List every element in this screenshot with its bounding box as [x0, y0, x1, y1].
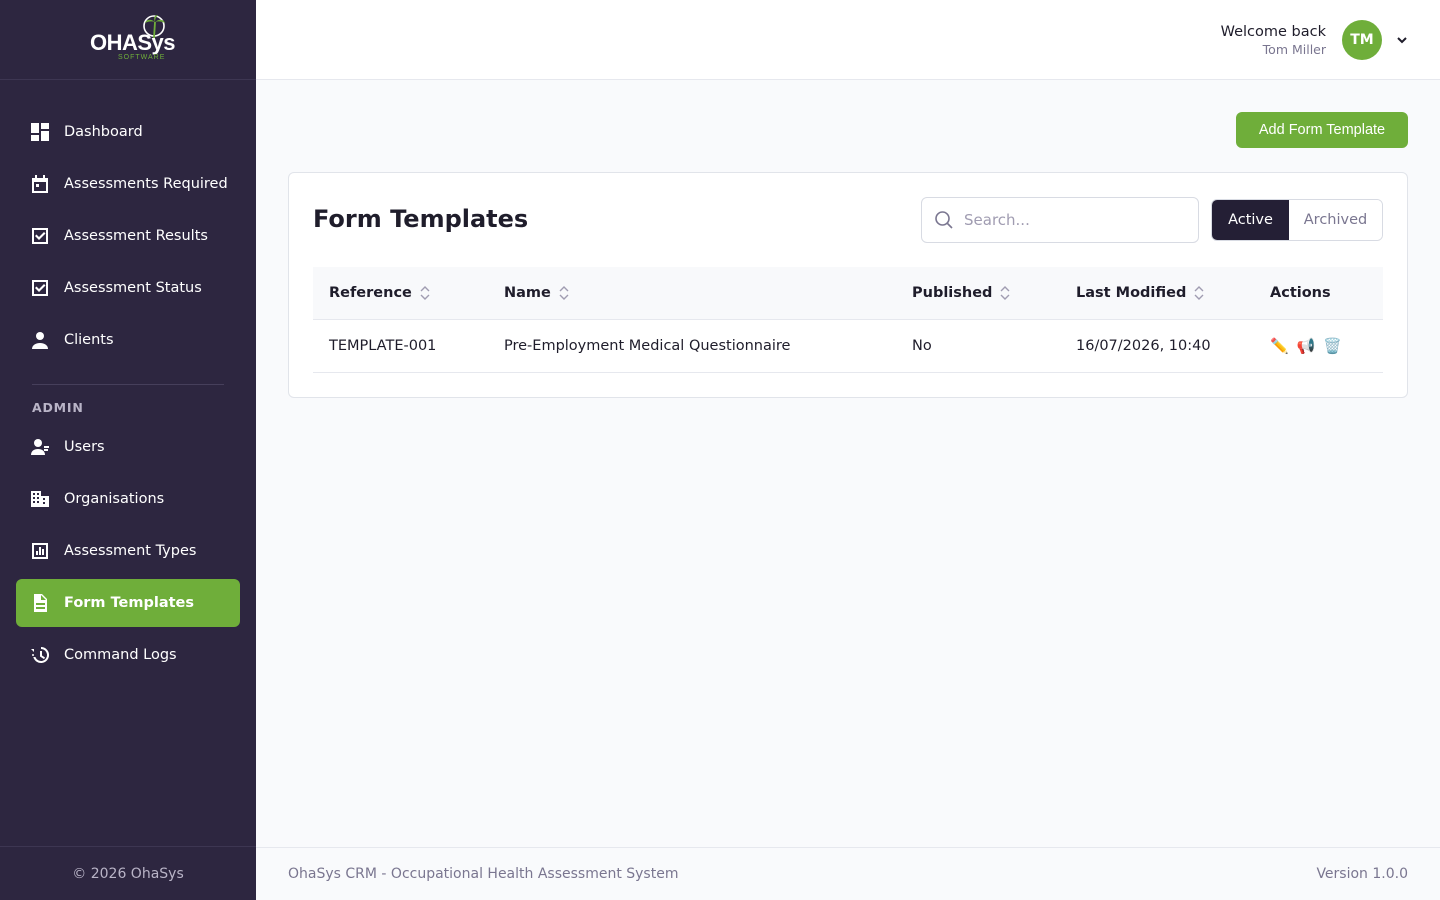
sidebar-item-organisations[interactable]: Organisations — [16, 475, 240, 523]
sidebar-item-form-templates[interactable]: Form Templates — [16, 579, 240, 627]
add-form-template-button[interactable]: Add Form Template — [1236, 112, 1408, 148]
sidebar-item-label: Users — [64, 439, 105, 455]
sidebar-nav: Dashboard Assessments Required Assessmen… — [16, 108, 240, 683]
cell-reference: TEMPLATE-001 — [329, 338, 437, 354]
publish-icon[interactable]: 📢 — [1297, 337, 1316, 355]
sidebar: OHASys SOFTWARE Dashboard Assessments Re… — [0, 0, 256, 900]
sort-icon — [1000, 286, 1010, 300]
column-header-last-modified[interactable]: Last Modified — [1060, 285, 1254, 301]
palm-tree-icon — [143, 14, 165, 38]
sidebar-item-label: Form Templates — [64, 595, 195, 611]
sort-icon — [420, 286, 430, 300]
logo[interactable]: OHASys SOFTWARE — [88, 14, 176, 66]
column-label: Reference — [329, 285, 412, 301]
column-header-published[interactable]: Published — [896, 285, 1060, 301]
users-icon — [30, 437, 50, 457]
document-icon — [30, 593, 50, 613]
filter-archived-button[interactable]: Archived — [1289, 200, 1382, 240]
checkbox-icon — [30, 278, 50, 298]
table-header: Reference Name Published Last Modified A… — [313, 267, 1383, 320]
avatar[interactable]: TM — [1342, 20, 1382, 60]
column-header-actions: Actions — [1254, 285, 1383, 301]
form-templates-card: Form Templates Active Archived Reference… — [288, 172, 1408, 398]
sidebar-item-dashboard[interactable]: Dashboard — [16, 108, 240, 156]
sidebar-section-admin: ADMIN — [32, 399, 84, 415]
person-icon — [30, 330, 50, 350]
footer-app-name: OhaSys CRM - Occupational Health Assessm… — [288, 866, 679, 882]
sidebar-item-assessment-status[interactable]: Assessment Status — [16, 264, 240, 312]
sidebar-item-users[interactable]: Users — [16, 423, 240, 471]
column-label: Last Modified — [1076, 285, 1187, 301]
chevron-down-icon[interactable] — [1382, 20, 1408, 60]
sort-icon — [1194, 286, 1204, 300]
table-row[interactable]: TEMPLATE-001 Pre-Employment Medical Ques… — [313, 320, 1383, 373]
checkbox-icon — [30, 226, 50, 246]
sidebar-item-label: Assessment Types — [64, 543, 197, 559]
templates-table: Reference Name Published Last Modified A… — [313, 267, 1383, 373]
sidebar-item-label: Dashboard — [64, 124, 143, 140]
column-label: Name — [504, 285, 551, 301]
column-label: Actions — [1270, 285, 1331, 301]
welcome-text: Welcome back — [1220, 23, 1326, 40]
search-icon — [935, 211, 953, 229]
column-header-reference[interactable]: Reference — [313, 285, 488, 301]
user-info: Welcome back Tom Miller — [1221, 24, 1326, 57]
sidebar-item-assessments-required[interactable]: Assessments Required — [16, 160, 240, 208]
sidebar-item-label: Command Logs — [64, 647, 177, 663]
search-box[interactable] — [921, 197, 1199, 243]
column-header-name[interactable]: Name — [488, 285, 896, 301]
sidebar-item-label: Assessments Required — [64, 176, 228, 192]
status-filter-toggle: Active Archived — [1211, 199, 1383, 241]
sidebar-item-assessment-results[interactable]: Assessment Results — [16, 212, 240, 260]
search-input[interactable] — [964, 211, 1184, 229]
sidebar-item-assessment-types[interactable]: Assessment Types — [16, 527, 240, 575]
column-label: Published — [912, 285, 993, 301]
sidebar-item-command-logs[interactable]: Command Logs — [16, 631, 240, 679]
dashboard-icon — [30, 122, 50, 142]
user-menu[interactable]: Welcome back Tom Miller TM — [1221, 20, 1408, 60]
page-footer: OhaSys CRM - Occupational Health Assessm… — [256, 847, 1440, 900]
sidebar-divider — [32, 384, 224, 385]
top-header: Welcome back Tom Miller TM — [256, 0, 1440, 80]
sort-icon — [559, 286, 569, 300]
sidebar-footer: © 2026 OhaSys — [0, 846, 256, 900]
footer-version: Version 1.0.0 — [1316, 866, 1408, 882]
cell-name: Pre-Employment Medical Questionnaire — [504, 338, 791, 354]
cell-published: No — [912, 338, 932, 354]
sidebar-item-clients[interactable]: Clients — [16, 316, 240, 364]
edit-icon[interactable]: ✏️ — [1270, 337, 1289, 355]
logo-subtitle: SOFTWARE — [118, 53, 166, 61]
cell-last-modified: 16/07/2026, 10:40 — [1076, 338, 1211, 354]
sidebar-item-label: Clients — [64, 332, 114, 348]
filter-active-button[interactable]: Active — [1212, 200, 1289, 240]
history-icon — [30, 645, 50, 665]
logo-area: OHASys SOFTWARE — [0, 0, 256, 80]
building-icon — [30, 489, 50, 509]
page-title: Form Templates — [313, 205, 529, 233]
sidebar-item-label: Organisations — [64, 491, 165, 507]
sidebar-item-label: Assessment Status — [64, 280, 202, 296]
bar-chart-icon — [30, 541, 50, 561]
calendar-icon — [30, 174, 50, 194]
sidebar-item-label: Assessment Results — [64, 228, 208, 244]
cell-actions: ✏️ 📢 🗑️ — [1254, 337, 1383, 355]
delete-icon[interactable]: 🗑️ — [1323, 337, 1342, 355]
user-name: Tom Miller — [1262, 41, 1326, 57]
